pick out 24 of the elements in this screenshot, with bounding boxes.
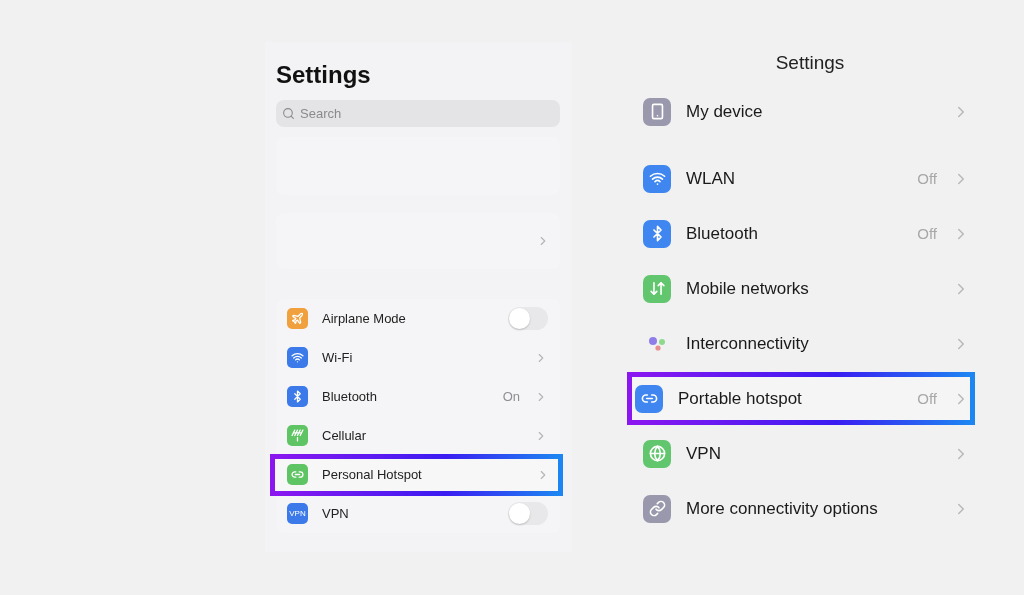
row-value: On xyxy=(502,389,520,404)
settings-row[interactable]: Bluetooth Off xyxy=(635,206,975,261)
settings-row[interactable]: Cellular xyxy=(276,416,560,455)
row-value: Off xyxy=(917,225,937,242)
toggle-switch[interactable] xyxy=(508,307,548,330)
vpn-icon: VPN xyxy=(287,503,308,524)
settings-row[interactable]: Bluetooth On xyxy=(276,377,560,416)
search-icon xyxy=(282,107,295,120)
settings-row[interactable]: WLAN Off xyxy=(635,151,975,206)
settings-row[interactable]: Wi-Fi xyxy=(276,338,560,377)
toggle-switch[interactable] xyxy=(508,502,548,525)
settings-row[interactable]: Interconnectivity xyxy=(635,316,975,371)
settings-row[interactable]: VPN VPN xyxy=(276,494,560,533)
settings-title: Settings xyxy=(775,51,845,75)
settings-row[interactable]: VPN xyxy=(635,426,975,481)
settings-row[interactable]: My device xyxy=(635,84,975,139)
settings-row[interactable]: Portable hotspot Off xyxy=(627,372,975,425)
settings-row[interactable]: Airplane Mode xyxy=(276,299,560,338)
settings-row[interactable]: Personal Hotspot xyxy=(270,453,563,496)
settings-row[interactable]: More connectivity options xyxy=(635,481,975,536)
row-value: Off xyxy=(917,390,937,407)
settings-row[interactable]: Mobile networks xyxy=(635,261,975,316)
row-value: Off xyxy=(917,170,937,187)
settings-title: Settings xyxy=(276,60,372,90)
